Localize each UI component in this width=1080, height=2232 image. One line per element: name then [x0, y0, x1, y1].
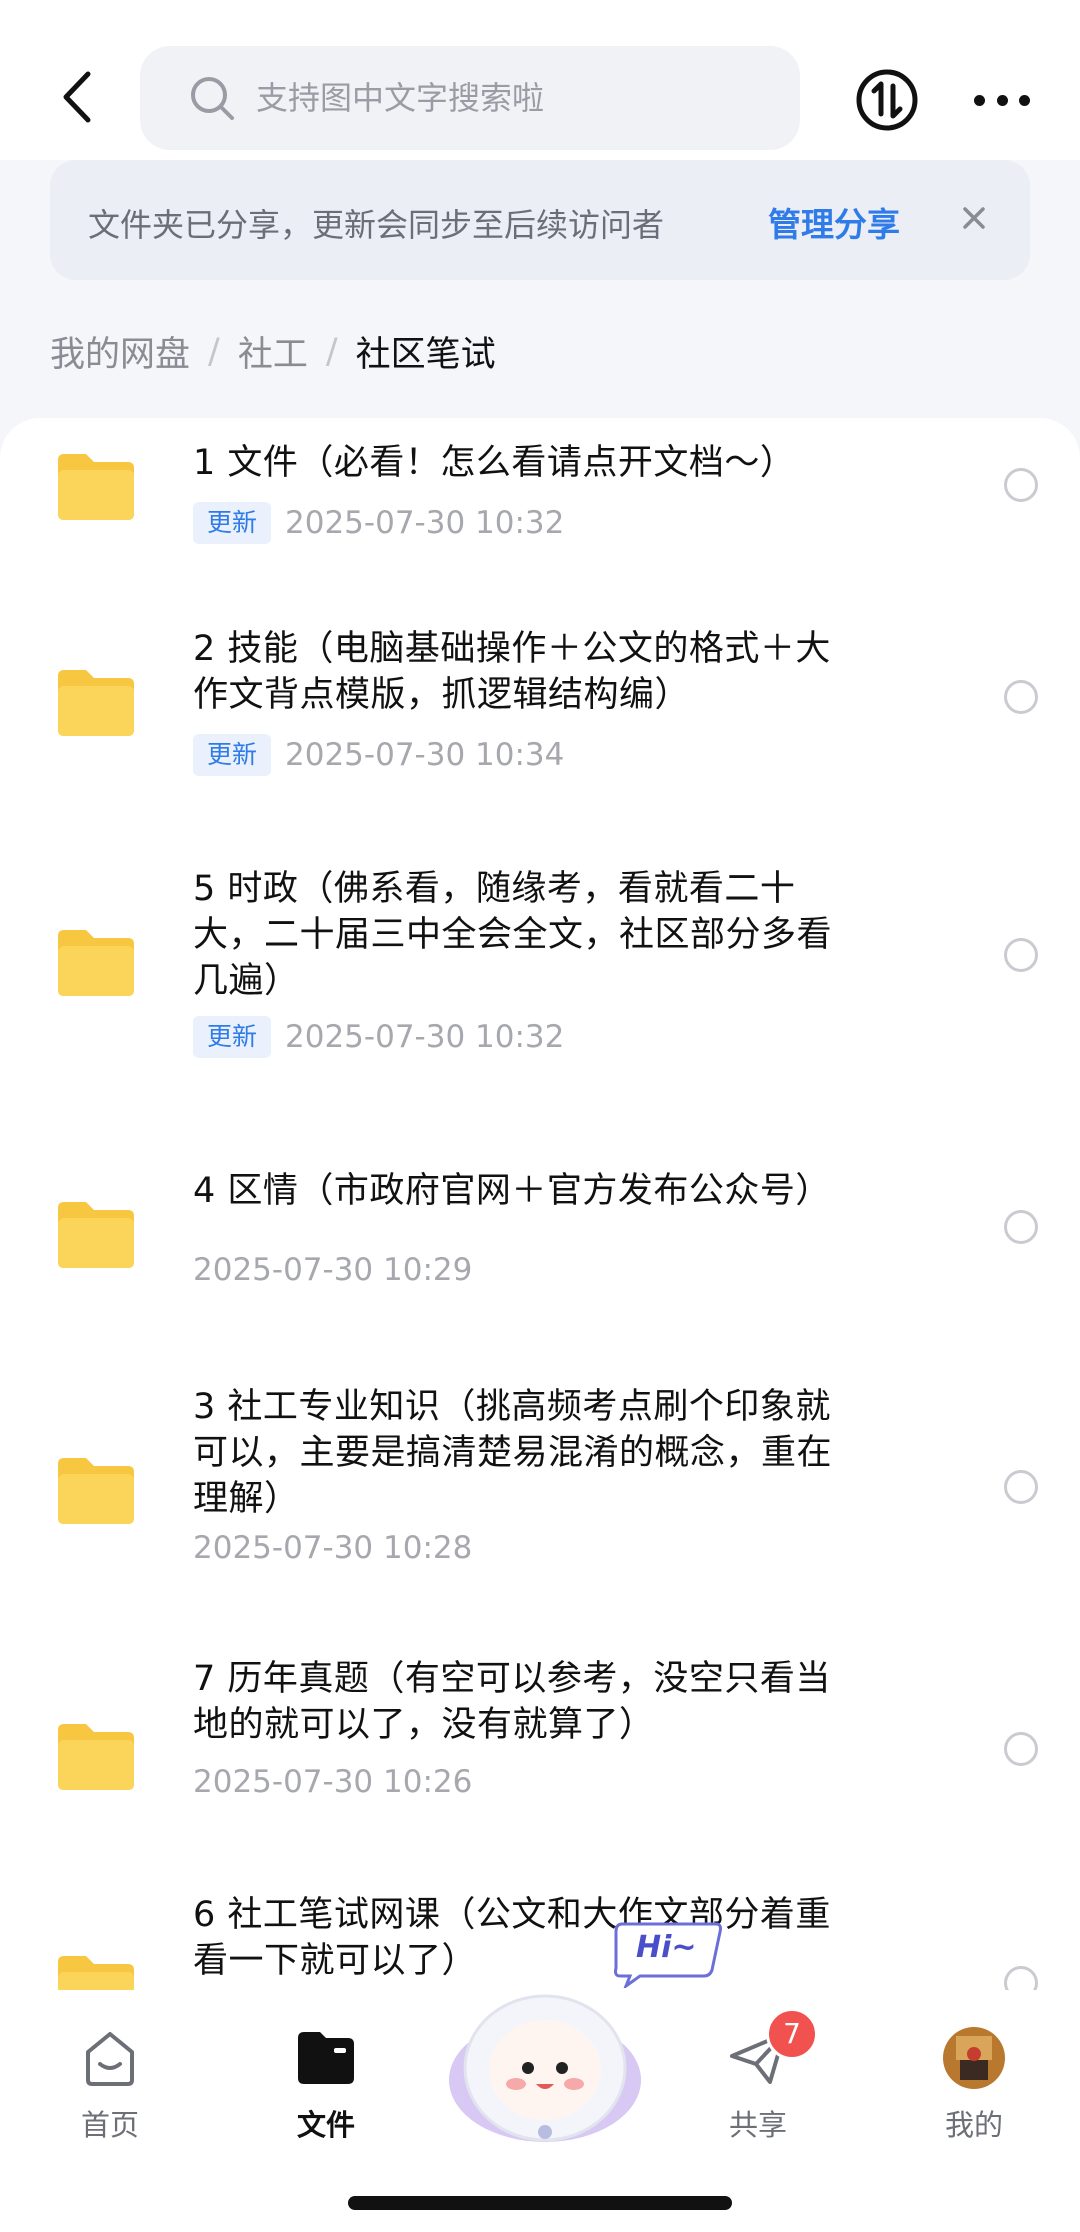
modified-date: 2025-07-30 10:32 — [285, 1019, 565, 1055]
breadcrumb: 我的网盘 / 社工 / 社区笔试 — [50, 326, 496, 377]
select-checkbox[interactable] — [1004, 1210, 1038, 1244]
home-icon — [86, 2032, 134, 2086]
tab-label: 文件 — [296, 2108, 355, 2142]
folder-name: 3 社工专业知识（挑高频考点刷个印象就 可以，主要是搞清楚易混淆的概念，重在 理解） — [193, 1387, 833, 1519]
breadcrumb-separator: / — [325, 331, 338, 372]
folder-name: 7 历年真题（有空可以参考，没空只看当 地的就可以了，没有就算了） — [193, 1659, 831, 1745]
folder-icon — [58, 1202, 134, 1268]
avatar — [943, 2027, 1005, 2089]
modified-date: 2025-07-30 10:26 — [193, 1764, 473, 1800]
folder-meta: 更新 2025-07-30 10:32 — [193, 1016, 564, 1058]
search-icon — [191, 77, 234, 120]
tab-share[interactable]: 7 共享 — [698, 2008, 818, 2144]
folder-row[interactable]: 7 历年真题（有空可以参考，没空只看当 地的就可以了，没有就算了） 2025-07… — [0, 1648, 1080, 1878]
search-bar[interactable] — [140, 46, 800, 150]
folder-icon — [58, 930, 134, 996]
back-arrow-icon[interactable] — [48, 62, 108, 132]
share-notice-text: 文件夹已分享，更新会同步至后续访问者 — [88, 206, 665, 244]
modified-date: 2025-07-30 10:29 — [193, 1252, 473, 1288]
folder-name: 1 文件（必看！怎么看请点开文档～） — [193, 443, 796, 483]
folder-icon — [298, 2032, 354, 2084]
close-icon[interactable] — [956, 200, 992, 236]
folder-meta: 2025-07-30 10:28 — [193, 1530, 472, 1566]
folder-meta: 2025-07-30 10:26 — [193, 1764, 472, 1800]
folder-name: 5 时政（佛系看，随缘考，看就看二十 大，二十届三中全会全文，社区部分多看 几遍） — [193, 869, 833, 1001]
folder-row[interactable]: 3 社工专业知识（挑高频考点刷个印象就 可以，主要是搞清楚易混淆的概念，重在 理解）… — [0, 1378, 1080, 1638]
tab-files[interactable]: 文件 — [266, 2026, 386, 2144]
folder-icon — [58, 454, 134, 520]
search-input[interactable] — [254, 78, 778, 118]
select-checkbox[interactable] — [1004, 938, 1038, 972]
folder-icon — [58, 1458, 134, 1524]
folder-row[interactable]: 2 技能（电脑基础操作＋公文的格式＋大 作文背点模版，抓逻辑结构编） 更新 202… — [0, 618, 1080, 878]
select-checkbox[interactable] — [1004, 680, 1038, 714]
modified-date: 2025-07-30 10:34 — [285, 737, 565, 773]
folder-meta: 更新 2025-07-30 10:32 — [193, 502, 564, 544]
breadcrumb-parent[interactable]: 社工 — [238, 326, 308, 377]
select-checkbox[interactable] — [1004, 1470, 1038, 1504]
top-bar — [0, 0, 1080, 160]
folder-name: 4 区情（市政府官网＋官方发布公众号） — [193, 1171, 831, 1211]
select-checkbox[interactable] — [1004, 468, 1038, 502]
manage-share-link[interactable]: 管理分享 — [768, 198, 900, 246]
select-checkbox[interactable] — [1004, 1732, 1038, 1766]
updated-badge: 更新 — [193, 502, 272, 544]
breadcrumb-separator: / — [208, 331, 220, 372]
modified-date: 2025-07-30 10:32 — [285, 505, 565, 541]
folder-meta: 更新 2025-07-30 10:34 — [193, 734, 564, 776]
breadcrumb-root[interactable]: 我的网盘 — [50, 326, 190, 377]
share-notice-banner: 文件夹已分享，更新会同步至后续访问者 管理分享 — [50, 160, 1030, 280]
tab-profile[interactable]: 我的 — [914, 2026, 1034, 2144]
folder-row[interactable]: 5 时政（佛系看，随缘考，看就看二十 大，二十届三中全会全文，社区部分多看 几遍） … — [0, 858, 1080, 1158]
folder-row[interactable]: 1 文件（必看！怎么看请点开文档～） 更新 2025-07-30 10:32 — [0, 418, 1080, 618]
folder-icon — [58, 670, 134, 736]
greeting-bubble: Hi~ — [612, 1918, 724, 1988]
tab-label: 我的 — [944, 2108, 1003, 2142]
folder-name: 2 技能（电脑基础操作＋公文的格式＋大 作文背点模版，抓逻辑结构编） — [193, 629, 831, 715]
folder-icon — [58, 1724, 134, 1790]
sort-toggle-icon[interactable] — [855, 68, 919, 132]
tab-label: 共享 — [728, 2108, 787, 2142]
notification-badge: 7 — [766, 2008, 818, 2060]
tab-home[interactable]: 首页 — [50, 2026, 170, 2144]
folder-meta: 2025-07-30 10:29 — [193, 1252, 472, 1288]
greeting-text: Hi~ — [636, 1930, 697, 1965]
folder-row[interactable]: 4 区情（市政府官网＋官方发布公众号） 2025-07-30 10:29 — [0, 1148, 1080, 1378]
tab-label: 首页 — [80, 2108, 139, 2142]
more-options-icon[interactable] — [974, 82, 1030, 118]
breadcrumb-current: 社区笔试 — [355, 335, 496, 375]
updated-badge: 更新 — [193, 1016, 272, 1058]
modified-date: 2025-07-30 10:28 — [193, 1530, 473, 1566]
home-indicator[interactable] — [348, 2196, 732, 2210]
file-list: 1 文件（必看！怎么看请点开文档～） 更新 2025-07-30 10:32 2… — [0, 418, 1080, 2058]
updated-badge: 更新 — [193, 734, 272, 776]
